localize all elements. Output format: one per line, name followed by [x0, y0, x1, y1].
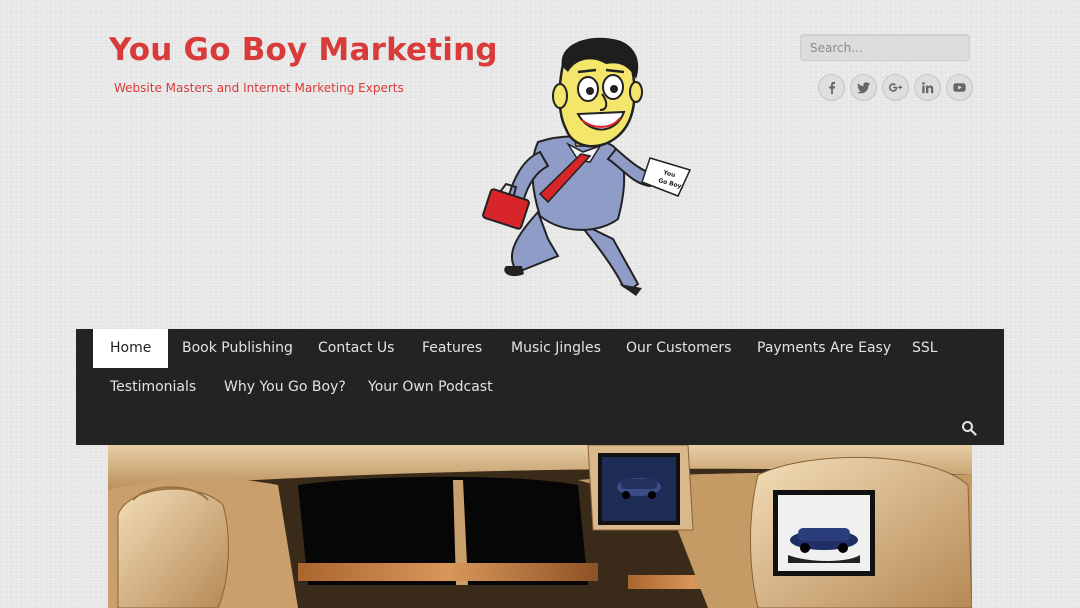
twitter-link[interactable] — [850, 74, 877, 101]
nav-item-book-publishing[interactable]: Book Publishing — [165, 329, 310, 368]
site-title[interactable]: You Go Boy Marketing — [109, 32, 498, 68]
social-icons — [818, 74, 973, 101]
nav-item-your-own-podcast[interactable]: Your Own Podcast — [351, 368, 510, 407]
nav-item-our-customers[interactable]: Our Customers — [609, 329, 748, 368]
nav-item-features[interactable]: Features — [405, 329, 499, 368]
nav-item-music-jingles[interactable]: Music Jingles — [494, 329, 618, 368]
mascot-illustration: You Go Boy! — [482, 37, 692, 296]
youtube-icon — [953, 83, 966, 92]
main-navigation: Home Book Publishing Contact Us Features… — [76, 329, 1004, 445]
search-input[interactable] — [800, 34, 970, 61]
car-interior-image — [108, 445, 972, 608]
nav-item-testimonials[interactable]: Testimonials — [93, 368, 213, 407]
linkedin-link[interactable] — [914, 74, 941, 101]
facebook-icon — [829, 81, 836, 95]
site-tagline: Website Masters and Internet Marketing E… — [114, 81, 404, 95]
nav-item-home[interactable]: Home — [93, 329, 169, 368]
linkedin-icon — [922, 82, 934, 94]
nav-item-payments-are-easy[interactable]: Payments Are Easy — [740, 329, 908, 368]
google-plus-icon — [888, 83, 903, 92]
nav-item-contact-us[interactable]: Contact Us — [301, 329, 411, 368]
hero-image — [108, 445, 972, 608]
nav-item-why-you-go-boy[interactable]: Why You Go Boy? — [207, 368, 363, 407]
search-icon[interactable] — [961, 420, 977, 436]
twitter-icon — [856, 82, 871, 94]
facebook-link[interactable] — [818, 74, 845, 101]
google-plus-link[interactable] — [882, 74, 909, 101]
youtube-link[interactable] — [946, 74, 973, 101]
nav-item-ssl[interactable]: SSL — [895, 329, 955, 368]
